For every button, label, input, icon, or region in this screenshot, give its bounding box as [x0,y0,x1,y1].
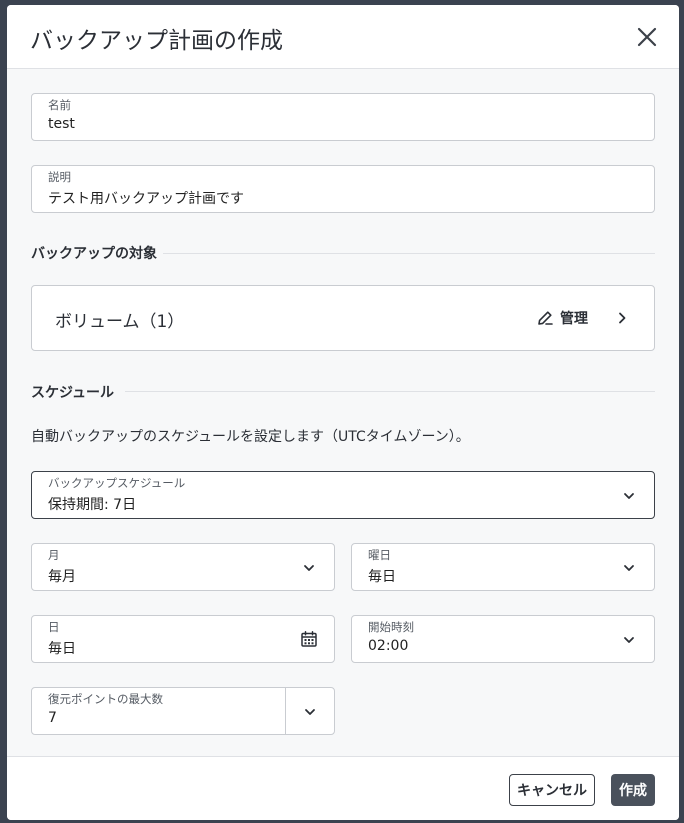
weekday-label: 曜日 [368,548,391,562]
create-button[interactable]: 作成 [611,774,655,806]
section-divider [163,253,655,254]
backup-target-heading: バックアップの対象 [31,246,157,262]
start-time-select[interactable]: 開始時刻 02:00 [351,615,655,663]
create-backup-plan-dialog: バックアップ計画の作成 名前 test 説明 テスト用バックアップ計画です バッ… [7,5,679,820]
month-value: 毎月 [48,569,76,585]
chevron-right-icon[interactable] [615,311,629,325]
backup-schedule-select[interactable]: バックアップスケジュール 保持期間: 7日 [31,471,655,519]
dialog-title: バックアップ計画の作成 [30,28,283,54]
name-input[interactable]: test [48,116,75,132]
pencil-icon [538,311,553,325]
schedule-heading: スケジュール [31,385,115,401]
chevron-down-icon [304,565,314,571]
schedule-description: 自動バックアップのスケジュールを設定します（UTCタイムゾーン）。 [31,429,470,445]
start-time-label: 開始時刻 [368,620,414,634]
calendar-icon[interactable] [300,630,318,648]
name-label: 名前 [48,98,71,112]
weekday-select[interactable]: 曜日 毎日 [351,543,655,591]
dialog-footer: キャンセル 作成 [7,756,679,820]
volume-card[interactable]: ボリューム（1） 管理 [31,285,655,351]
chevron-down-icon [624,565,634,571]
cancel-button[interactable]: キャンセル [509,774,595,806]
max-restore-points-combobox[interactable]: 復元ポイントの最大数 7 [31,687,335,735]
day-label: 日 [48,620,60,634]
description-input[interactable]: テスト用バックアップ計画です [48,188,244,208]
description-field[interactable]: 説明 テスト用バックアップ計画です [31,165,655,213]
day-field[interactable]: 日 毎日 [31,615,335,663]
manage-label: 管理 [560,311,588,327]
month-label: 月 [48,548,60,562]
weekday-value: 毎日 [368,569,396,585]
description-label: 説明 [48,170,71,184]
day-value: 毎日 [48,641,76,657]
chevron-down-icon[interactable] [303,705,317,719]
dialog-header: バックアップ計画の作成 [7,5,679,69]
section-divider [125,391,655,392]
start-time-value: 02:00 [368,638,409,654]
max-restore-points-label: 復元ポイントの最大数 [48,692,163,706]
manage-button[interactable]: 管理 [536,306,588,330]
name-field[interactable]: 名前 test [31,93,655,141]
max-restore-points-input[interactable]: 7 [48,710,57,726]
close-icon [637,27,657,47]
backup-schedule-label: バックアップスケジュール [48,476,186,490]
combobox-divider [285,688,286,734]
backup-schedule-value: 保持期間: 7日 [48,497,137,513]
volume-count-label: ボリューム（1） [55,312,185,332]
close-button[interactable] [633,23,661,51]
chevron-down-icon [624,637,634,643]
month-select[interactable]: 月 毎月 [31,543,335,591]
chevron-down-icon [624,493,634,499]
